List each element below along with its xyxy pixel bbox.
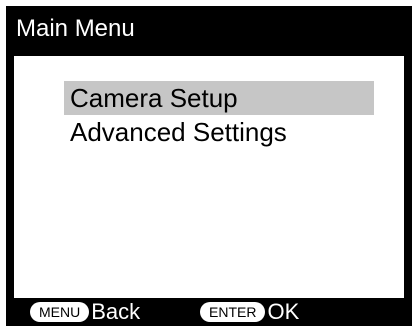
menu-item-advanced-settings[interactable]: Advanced Settings <box>64 115 374 149</box>
menu-key-badge: MENU <box>30 302 90 322</box>
footer-bar: MENU Back ENTER OK <box>6 298 412 326</box>
menu-item-camera-setup[interactable]: Camera Setup <box>64 81 374 115</box>
back-label: Back <box>91 299 141 324</box>
back-hint[interactable]: MENU Back <box>30 298 140 326</box>
title-bar: Main Menu <box>6 6 412 54</box>
ok-hint[interactable]: ENTER OK <box>200 298 299 326</box>
menu-list: Camera Setup Advanced Settings <box>14 54 404 298</box>
menu-frame: Main Menu Camera Setup Advanced Settings… <box>6 6 412 326</box>
page-title: Main Menu <box>16 15 135 42</box>
enter-key-badge: ENTER <box>200 302 266 322</box>
ok-label: OK <box>267 299 300 324</box>
camera-menu-screen: Main Menu Camera Setup Advanced Settings… <box>0 0 416 332</box>
